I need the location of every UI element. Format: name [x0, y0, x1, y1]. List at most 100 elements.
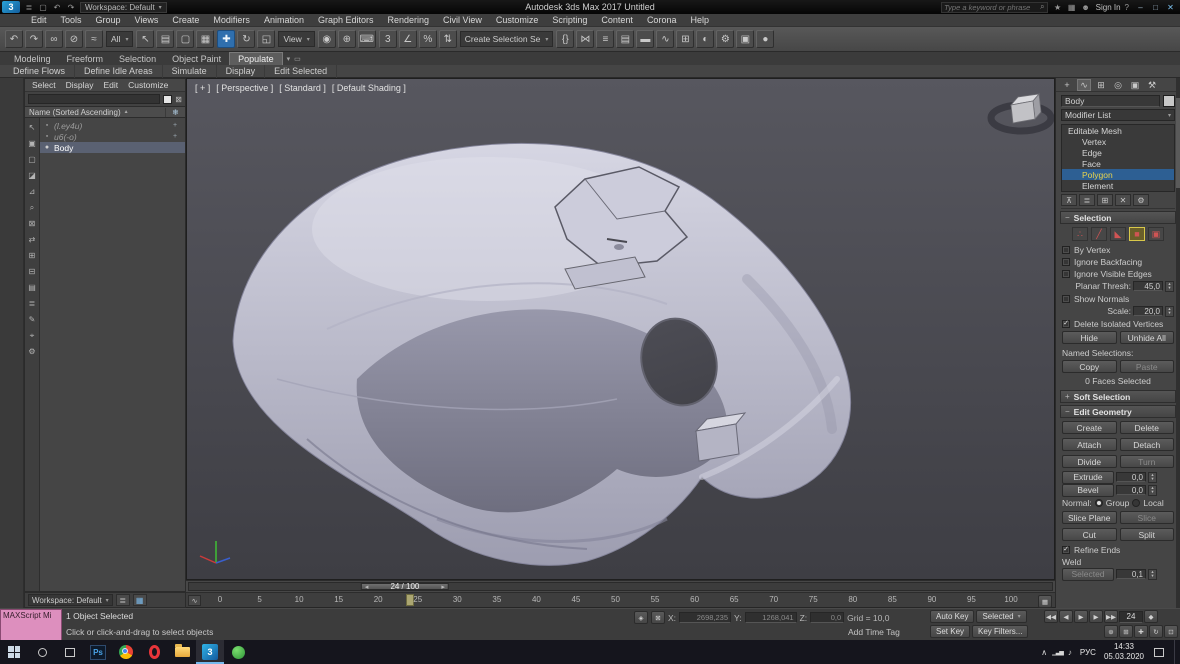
- keyboard-override-icon[interactable]: ⌨: [358, 30, 376, 48]
- rollout-edit-geometry[interactable]: − Edit Geometry: [1060, 405, 1176, 418]
- spinner-snap-icon[interactable]: ⇅: [439, 30, 457, 48]
- percent-snap-icon[interactable]: %: [419, 30, 437, 48]
- create-button[interactable]: Create: [1062, 421, 1117, 434]
- explorer-menu-customize[interactable]: Customize: [123, 79, 173, 91]
- select-scale-icon[interactable]: ◱: [257, 30, 275, 48]
- volume-icon[interactable]: ♪: [1068, 648, 1072, 657]
- menu-item-tools[interactable]: Tools: [54, 14, 89, 26]
- angle-snap-icon[interactable]: ∠: [399, 30, 417, 48]
- workspace-selector[interactable]: Workspace: Default ▾: [28, 594, 113, 606]
- sort-icon[interactable]: ≣: [26, 296, 39, 311]
- edit-named-sets-icon[interactable]: {}: [556, 30, 574, 48]
- weld-selected-button[interactable]: Selected: [1062, 568, 1114, 581]
- action-center-button[interactable]: [1149, 640, 1169, 664]
- motion-tab-icon[interactable]: ◎: [1111, 79, 1125, 91]
- object-color-swatch[interactable]: [1163, 95, 1175, 107]
- bevel-button[interactable]: Bevel: [1062, 484, 1114, 497]
- track-bar-config-icon[interactable]: ▦: [1038, 595, 1052, 608]
- tray-expand-icon[interactable]: ∧: [1041, 648, 1047, 657]
- select-by-name-icon[interactable]: ▤: [156, 30, 174, 48]
- maximize-button[interactable]: □: [1148, 1, 1163, 13]
- display-tab-icon[interactable]: ▣: [1128, 79, 1142, 91]
- select-move-icon[interactable]: ✚: [217, 30, 235, 48]
- split-button[interactable]: Split: [1120, 528, 1175, 541]
- selection-filter-dropdown[interactable]: All ▾: [106, 31, 133, 47]
- pan-icon[interactable]: ✚: [1134, 625, 1148, 638]
- auto-key-button[interactable]: Auto Key: [930, 610, 974, 623]
- user-icon[interactable]: ☻: [1080, 2, 1092, 13]
- key-mode-toggle-icon[interactable]: ◆: [1144, 610, 1158, 623]
- explorer-menu-display[interactable]: Display: [61, 79, 99, 91]
- rollout-selection[interactable]: − Selection: [1060, 211, 1176, 224]
- find-icon[interactable]: ⌕: [26, 200, 39, 215]
- align-icon[interactable]: ≡: [596, 30, 614, 48]
- mini-curve-editor-button[interactable]: ∿: [188, 595, 201, 606]
- delete-button[interactable]: Delete: [1120, 421, 1175, 434]
- stack-item-polygon[interactable]: Polygon: [1062, 169, 1174, 180]
- spinner[interactable]: ▴▾: [1148, 485, 1157, 496]
- ribbon-dropdown-icon[interactable]: ▾: [287, 55, 291, 63]
- cut-button[interactable]: Cut: [1062, 528, 1117, 541]
- menu-item-group[interactable]: Group: [89, 14, 128, 26]
- configure-icon[interactable]: ⚙: [26, 344, 39, 359]
- taskbar-green-app[interactable]: [224, 640, 252, 664]
- search-icon[interactable]: ⌕: [1040, 2, 1044, 12]
- maximize-viewport-icon[interactable]: ⊡: [1164, 625, 1178, 638]
- create-tab-icon[interactable]: +: [1060, 79, 1074, 91]
- schematic-view-icon[interactable]: ⊞: [676, 30, 694, 48]
- sign-in-button[interactable]: Sign In: [1096, 3, 1121, 12]
- taskbar-photoshop[interactable]: Ps: [84, 640, 112, 664]
- vertex-icon[interactable]: ∴: [1072, 227, 1088, 241]
- set-key-button[interactable]: Set Key: [930, 625, 970, 638]
- by-vertex-checkbox[interactable]: [1062, 246, 1070, 254]
- select-rotate-icon[interactable]: ↻: [237, 30, 255, 48]
- viewport-menu-general[interactable]: [ + ]: [195, 83, 210, 93]
- next-frame-arrow[interactable]: ▸: [441, 583, 445, 591]
- next-frame-icon[interactable]: ▶: [1089, 610, 1103, 623]
- taskbar-opera[interactable]: [140, 640, 168, 664]
- save-icon[interactable]: ▢: [37, 2, 49, 13]
- display-children-icon[interactable]: ▤: [26, 280, 39, 295]
- object-name-field[interactable]: Body: [1061, 95, 1160, 107]
- hide-button[interactable]: Hide: [1062, 331, 1117, 344]
- select-link-icon[interactable]: ∞: [45, 30, 63, 48]
- menu-item-civil-view[interactable]: Civil View: [436, 14, 489, 26]
- curve-editor-icon[interactable]: ∿: [656, 30, 674, 48]
- ref-coord-dropdown[interactable]: View ▾: [278, 31, 314, 47]
- explorer-search-input[interactable]: [28, 94, 160, 104]
- layer-manager-icon[interactable]: ▤: [616, 30, 634, 48]
- paste-named-selection-button[interactable]: Paste: [1120, 360, 1175, 373]
- viewport-canvas[interactable]: [187, 79, 1055, 580]
- stack-item-vertex[interactable]: Vertex: [1062, 136, 1174, 147]
- make-unique-icon[interactable]: ⊞: [1097, 194, 1113, 206]
- hierarchy-tab-icon[interactable]: ⊞: [1094, 79, 1108, 91]
- time-slider[interactable]: ◂ 24 / 100 ▸: [186, 580, 1055, 592]
- layout-grid-icon[interactable]: ▦: [133, 594, 147, 606]
- undo-icon[interactable]: ↶: [51, 2, 63, 13]
- go-to-start-icon[interactable]: ◀◀: [1044, 610, 1058, 623]
- app-logo[interactable]: 3: [2, 1, 20, 13]
- show-desktop-button[interactable]: [1174, 640, 1178, 664]
- selection-set-dropdown[interactable]: Selected ▾: [976, 610, 1026, 623]
- ignore-visible-edges-checkbox[interactable]: [1062, 270, 1070, 278]
- turn-button[interactable]: Turn: [1120, 455, 1175, 468]
- divide-button[interactable]: Divide: [1062, 455, 1117, 468]
- bind-spacewarp-icon[interactable]: ≈: [85, 30, 103, 48]
- menu-icon[interactable]: ≣: [23, 2, 35, 13]
- taskbar-file-explorer[interactable]: [168, 640, 196, 664]
- ribbon-minimize-icon[interactable]: ▭: [294, 55, 301, 63]
- language-indicator[interactable]: РУС: [1077, 648, 1099, 657]
- named-selection-set-combo[interactable]: Create Selection Se ▾: [460, 31, 554, 47]
- material-editor-icon[interactable]: ◐: [696, 30, 714, 48]
- select-children-icon[interactable]: ⊿: [26, 184, 39, 199]
- help-icon[interactable]: ?: [1125, 3, 1129, 12]
- menu-item-scripting[interactable]: Scripting: [545, 14, 594, 26]
- minimize-button[interactable]: –: [1133, 1, 1148, 13]
- column-header-name[interactable]: Name (Sorted Ascending) ▲: [25, 108, 165, 117]
- list-item[interactable]: ▫(l.ey4u)+: [40, 120, 185, 131]
- viewport-perspective[interactable]: [ + ] [ Perspective ] [ Standard ] [ Def…: [186, 78, 1055, 580]
- unhide-all-button[interactable]: Unhide All: [1120, 331, 1175, 344]
- utilities-tab-icon[interactable]: ⚒: [1145, 79, 1159, 91]
- delete-isolated-vertices-checkbox[interactable]: ✓: [1062, 320, 1070, 328]
- mirror-icon[interactable]: ⋈: [576, 30, 594, 48]
